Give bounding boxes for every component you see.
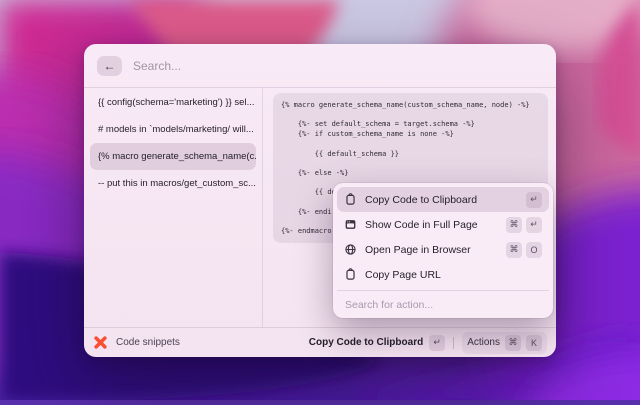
menu-item-shortcut: ↵ xyxy=(526,191,542,208)
globe-icon xyxy=(344,243,357,256)
dbt-logo-icon xyxy=(93,335,108,350)
enter-key-badge: ↵ xyxy=(429,334,446,351)
menu-item-shortcut: ⌘ ↵ xyxy=(506,216,542,233)
menu-item-label: Show Code in Full Page xyxy=(365,218,478,231)
menu-item[interactable]: Open Page in Browser ⌘ O xyxy=(337,237,549,262)
back-arrow-icon: ← xyxy=(103,58,116,73)
action-search-input[interactable]: Search for action... xyxy=(337,290,549,311)
extension-name: Code snippets xyxy=(116,337,180,348)
footer-divider xyxy=(453,336,455,349)
cmd-key-badge: ⌘ xyxy=(505,334,521,351)
key-badge: ⌘ xyxy=(506,216,522,233)
snippet-list: {{ config(schema='marketing') }} sel... #… xyxy=(84,88,263,327)
actions-label: Actions xyxy=(467,337,500,348)
menu-item-label: Copy Code to Clipboard xyxy=(365,193,478,206)
menu-item[interactable]: Show Code in Full Page ⌘ ↵ xyxy=(337,212,549,237)
primary-action-button[interactable]: Copy Code to Clipboard xyxy=(309,337,423,348)
list-item[interactable]: {{ config(schema='marketing') }} sel... xyxy=(90,89,256,116)
search-bar: ← Search... xyxy=(84,44,556,88)
list-item[interactable]: -- put this in macros/get_custom_sc... xyxy=(90,170,256,197)
action-menu-list: Copy Code to Clipboard ↵ Show Code in Full… xyxy=(337,187,549,287)
back-button[interactable]: ← xyxy=(97,55,122,76)
list-item[interactable]: # models in `models/marketing/ will... xyxy=(90,116,256,143)
list-item[interactable]: {% macro generate_schema_name(c... xyxy=(90,143,256,170)
menu-item-shortcut: ⌘ O xyxy=(506,241,542,258)
status-bar: Code snippets Copy Code to Clipboard ↵ A… xyxy=(84,327,556,357)
action-menu: Copy Code to Clipboard ↵ Show Code in Full… xyxy=(333,183,553,318)
window-icon xyxy=(344,218,357,231)
key-badge: ⌘ xyxy=(506,241,522,258)
key-badge: ↵ xyxy=(526,216,542,233)
actions-button[interactable]: Actions ⌘ K xyxy=(462,331,547,354)
menu-item[interactable]: Copy Page URL xyxy=(337,262,549,287)
menu-item-label: Copy Page URL xyxy=(365,268,441,281)
search-input[interactable]: Search... xyxy=(133,59,181,73)
clipboard-icon xyxy=(344,193,357,206)
menu-item-label: Open Page in Browser xyxy=(365,243,471,256)
menu-item[interactable]: Copy Code to Clipboard ↵ xyxy=(337,187,549,212)
key-badge: O xyxy=(526,241,542,258)
k-key-badge: K xyxy=(526,334,542,351)
clipboard-icon xyxy=(344,268,357,281)
footer-actions: Copy Code to Clipboard ↵ Actions ⌘ K xyxy=(309,331,547,354)
key-badge: ↵ xyxy=(526,191,542,208)
